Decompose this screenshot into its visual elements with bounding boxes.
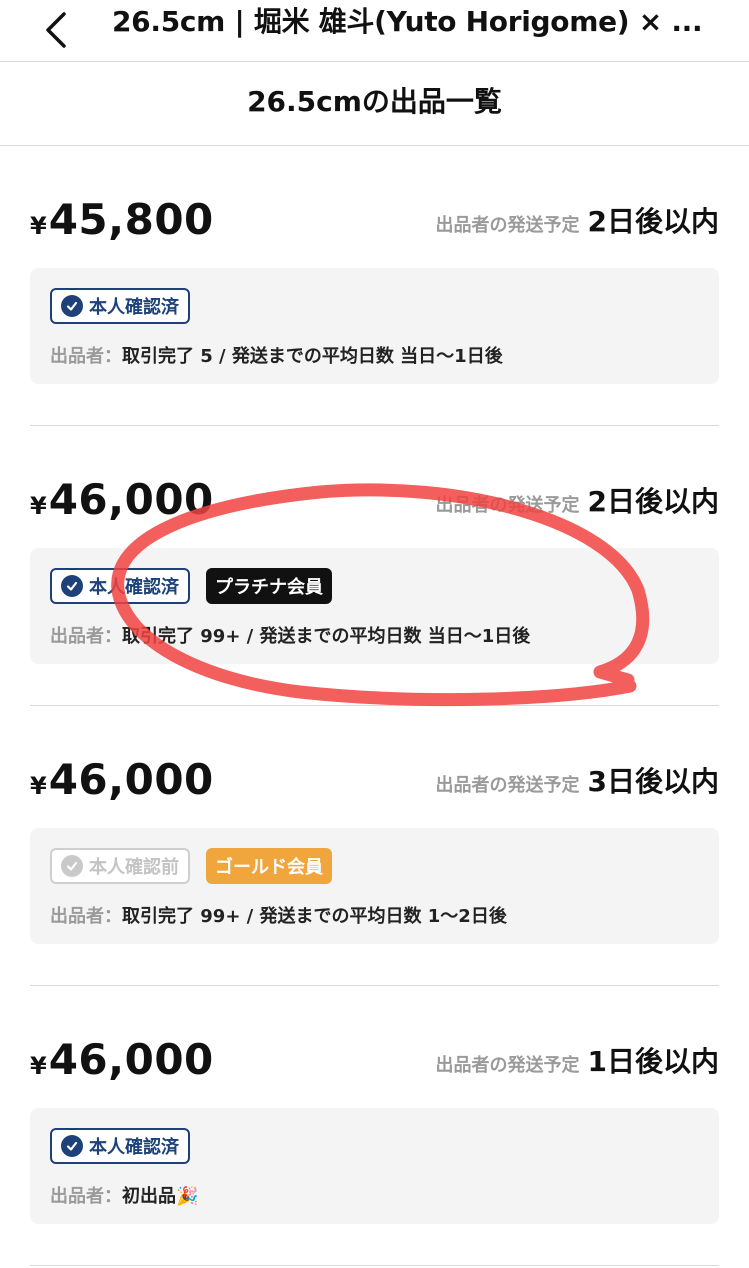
price-amount: 46,000 <box>48 475 214 524</box>
page-title: 26.5cm | 堀米 雄斗(Yuto Horigome) × ... <box>112 5 703 38</box>
shield-check-icon <box>61 855 83 877</box>
seller-label: 出品者： <box>50 626 122 647</box>
shipping-estimate: 出品者の発送予定 2日後以内 <box>436 200 719 240</box>
price-row: ¥46,000 出品者の発送予定 2日後以内 <box>30 475 719 524</box>
badge-row: 本人確認済 プラチナ会員 <box>50 568 332 608</box>
seller-info: 初出品🎉 <box>122 1186 199 1207</box>
verification-label: 本人確認済 <box>89 297 179 318</box>
seller-summary: 出品者：初出品🎉 <box>50 1182 198 1208</box>
verification-label: 本人確認済 <box>89 577 179 598</box>
seller-label: 出品者： <box>50 346 122 367</box>
chevron-left-icon[interactable] <box>36 8 80 52</box>
price-row: ¥46,000 出品者の発送予定 1日後以内 <box>30 1035 719 1084</box>
shipping-value: 2日後以内 <box>587 205 719 238</box>
price: ¥46,000 <box>30 475 214 524</box>
price-row: ¥46,000 出品者の発送予定 3日後以内 <box>30 755 719 804</box>
price: ¥46,000 <box>30 1035 214 1084</box>
membership-badge: プラチナ会員 <box>206 568 332 604</box>
shipping-value: 3日後以内 <box>587 765 719 798</box>
seller-summary: 出品者：取引完了 5 / 発送までの平均日数 当日〜1日後 <box>50 342 503 368</box>
shield-check-icon <box>61 295 83 317</box>
seller-summary: 出品者：取引完了 99+ / 発送までの平均日数 1〜2日後 <box>50 902 507 928</box>
seller-summary: 出品者：取引完了 99+ / 発送までの平均日数 当日〜1日後 <box>50 622 530 648</box>
shipping-estimate: 出品者の発送予定 1日後以内 <box>436 1040 719 1080</box>
badge-row: 本人確認前 ゴールド会員 <box>50 848 332 888</box>
shipping-estimate: 出品者の発送予定 2日後以内 <box>436 480 719 520</box>
currency-symbol: ¥ <box>30 772 47 800</box>
badge-row: 本人確認済 <box>50 288 190 328</box>
seller-card: 本人確認済 プラチナ会員 出品者：取引完了 99+ / 発送までの平均日数 当日… <box>30 548 719 664</box>
price: ¥46,000 <box>30 755 214 804</box>
shipping-label: 出品者の発送予定 <box>435 775 580 796</box>
seller-card: 本人確認前 ゴールド会員 出品者：取引完了 99+ / 発送までの平均日数 1〜… <box>30 828 719 944</box>
verification-badge: 本人確認済 <box>50 288 190 324</box>
verification-badge: 本人確認前 <box>50 848 190 884</box>
shipping-label: 出品者の発送予定 <box>435 495 580 516</box>
listing-item[interactable]: ¥46,000 出品者の発送予定 1日後以内 本人確認済 出品者：初出品🎉 <box>0 986 749 1266</box>
currency-symbol: ¥ <box>30 212 47 240</box>
listing-item[interactable]: ¥45,800 出品者の発送予定 2日後以内 本人確認済 出品者：取引完了 5 /… <box>0 146 749 426</box>
price: ¥45,800 <box>30 195 214 244</box>
verification-badge: 本人確認済 <box>50 568 190 604</box>
verification-label: 本人確認済 <box>89 1137 179 1158</box>
currency-symbol: ¥ <box>30 492 47 520</box>
price-amount: 45,800 <box>48 195 214 244</box>
seller-label: 出品者： <box>50 1186 122 1207</box>
price-amount: 46,000 <box>48 755 214 804</box>
membership-badge: ゴールド会員 <box>206 848 332 884</box>
nav-bar: 26.5cm | 堀米 雄斗(Yuto Horigome) × ... <box>0 0 749 62</box>
verification-label: 本人確認前 <box>89 857 179 878</box>
verification-badge: 本人確認済 <box>50 1128 190 1164</box>
currency-symbol: ¥ <box>30 1052 47 1080</box>
listing-item[interactable]: ¥46,000 出品者の発送予定 2日後以内 本人確認済 プラチナ会員 出品者：取… <box>0 426 749 706</box>
price-amount: 46,000 <box>48 1035 214 1084</box>
seller-label: 出品者： <box>50 906 122 927</box>
seller-card: 本人確認済 出品者：初出品🎉 <box>30 1108 719 1224</box>
seller-info: 取引完了 99+ / 発送までの平均日数 当日〜1日後 <box>122 626 531 647</box>
badge-row: 本人確認済 <box>50 1128 190 1168</box>
seller-info: 取引完了 5 / 発送までの平均日数 当日〜1日後 <box>122 346 503 367</box>
shipping-estimate: 出品者の発送予定 3日後以内 <box>436 760 719 800</box>
price-row: ¥45,800 出品者の発送予定 2日後以内 <box>30 195 719 244</box>
section-title: 26.5cmの出品一覧 <box>0 62 749 146</box>
seller-info: 取引完了 99+ / 発送までの平均日数 1〜2日後 <box>122 906 507 927</box>
shield-check-icon <box>61 575 83 597</box>
listing-item[interactable]: ¥46,000 出品者の発送予定 3日後以内 本人確認前 ゴールド会員 出品者：取… <box>0 706 749 986</box>
shield-check-icon <box>61 1135 83 1157</box>
shipping-label: 出品者の発送予定 <box>435 215 580 236</box>
seller-card: 本人確認済 出品者：取引完了 5 / 発送までの平均日数 当日〜1日後 <box>30 268 719 384</box>
shipping-label: 出品者の発送予定 <box>435 1055 580 1076</box>
shipping-value: 1日後以内 <box>587 1045 719 1078</box>
shipping-value: 2日後以内 <box>587 485 719 518</box>
